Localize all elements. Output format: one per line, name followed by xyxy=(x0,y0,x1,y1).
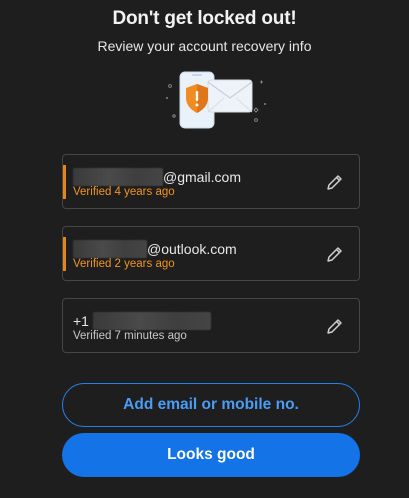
edit-pencil-icon[interactable] xyxy=(325,316,345,336)
looks-good-button[interactable]: Looks good xyxy=(62,433,360,477)
phone-country-code: +1 xyxy=(73,313,89,329)
phone-shield-envelope-icon xyxy=(164,66,270,132)
verification-status: Verified 4 years ago xyxy=(73,186,175,198)
recovery-email-card: @outlook.com Verified 2 years ago xyxy=(62,226,360,281)
verification-status: Verified 2 years ago xyxy=(73,258,175,270)
recovery-email-domain: @outlook.com xyxy=(147,241,237,257)
redacted-text xyxy=(73,240,147,258)
recovery-email-domain: @gmail.com xyxy=(163,169,242,185)
recovery-email-card: @gmail.com Verified 4 years ago xyxy=(62,154,360,209)
warning-accent-bar xyxy=(63,237,66,271)
edit-pencil-icon[interactable] xyxy=(325,244,345,264)
add-email-or-mobile-button[interactable]: Add email or mobile no. xyxy=(62,383,360,427)
verification-status: Verified 7 minutes ago xyxy=(73,330,187,342)
redacted-text xyxy=(92,312,211,330)
recovery-phone-card: +1 Verified 7 minutes ago xyxy=(62,298,360,353)
page-subtitle: Review your account recovery info xyxy=(97,38,312,54)
redacted-text xyxy=(73,168,163,186)
page-title: Don't get locked out! xyxy=(112,8,297,29)
edit-pencil-icon[interactable] xyxy=(325,172,345,192)
warning-accent-bar xyxy=(63,165,66,199)
